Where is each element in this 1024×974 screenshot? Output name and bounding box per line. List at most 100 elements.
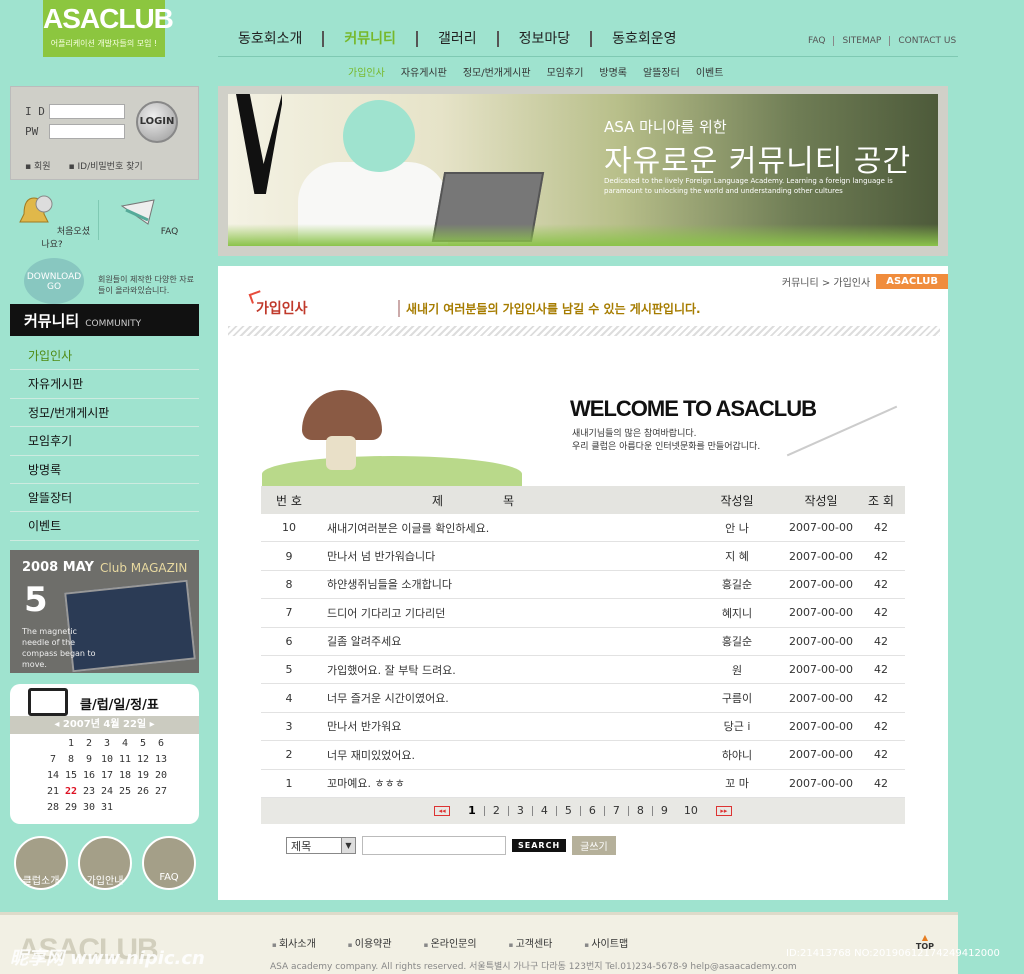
footer-link-sitemap[interactable]: 사이트맵: [578, 935, 654, 950]
page-link[interactable]: 4: [533, 805, 557, 816]
prev-page-button[interactable]: ◂◂: [434, 806, 451, 816]
page-link[interactable]: 9: [653, 805, 676, 816]
sitemap-link[interactable]: SITEMAP: [834, 36, 891, 46]
calendar-day[interactable]: 25: [116, 786, 134, 802]
calendar-day[interactable]: 11: [116, 754, 134, 770]
table-row[interactable]: 8 하얀생쥐님들을 소개합니다 홍길순 2007-00-00 42: [261, 571, 905, 600]
subnav-guestbook[interactable]: 방명록: [591, 64, 635, 79]
login-button[interactable]: LOGIN: [136, 101, 178, 143]
nav-item-about[interactable]: 동호회소개: [218, 31, 325, 47]
password-input[interactable]: [49, 124, 125, 139]
search-button[interactable]: SEARCH: [512, 839, 567, 852]
row-title[interactable]: 길좀 알려주세요: [317, 633, 689, 649]
calendar-day[interactable]: 5: [134, 738, 152, 754]
join-guide-button[interactable]: 가입안내: [78, 836, 132, 890]
member-link[interactable]: ▪ 회원: [25, 159, 51, 172]
subnav-meetup-board[interactable]: 정모/번개게시판: [455, 64, 539, 79]
row-title[interactable]: 새내기여러분은 이글를 확인하세요.: [317, 520, 689, 536]
faq-circle-button[interactable]: FAQ: [142, 836, 196, 890]
page-link[interactable]: 3: [509, 805, 533, 816]
page-link[interactable]: 1: [460, 805, 485, 816]
side-menu-greetings[interactable]: 가입인사: [10, 342, 199, 371]
calendar-day[interactable]: 31: [98, 802, 116, 818]
side-menu-guestbook[interactable]: 방명록: [10, 456, 199, 484]
calendar-day[interactable]: 26: [134, 786, 152, 802]
id-input[interactable]: [49, 104, 125, 119]
calendar-day[interactable]: 17: [98, 770, 116, 786]
page-link[interactable]: 6: [581, 805, 605, 816]
calendar-day[interactable]: 3: [98, 738, 116, 754]
calendar-day[interactable]: 20: [152, 770, 170, 786]
row-title[interactable]: 만나서 반가워요: [317, 718, 689, 734]
calendar-day[interactable]: 19: [134, 770, 152, 786]
find-account-link[interactable]: ▪ ID/비밀번호 찾기: [69, 159, 143, 172]
page-link[interactable]: 5: [557, 805, 581, 816]
side-menu-reviews[interactable]: 모임후기: [10, 427, 199, 456]
download-button[interactable]: DOWNLOAD GO: [24, 258, 84, 304]
page-link[interactable]: 8: [629, 805, 653, 816]
calendar-day[interactable]: 18: [116, 770, 134, 786]
table-row[interactable]: 1 꼬마예요. ㅎㅎㅎ 꼬 마 2007-00-00 42: [261, 770, 905, 798]
footer-link-inquiry[interactable]: 온라인문의: [418, 935, 503, 950]
site-logo[interactable]: ASACLUB 어플리케이션 개발자들의 모임 !: [43, 0, 174, 57]
table-row[interactable]: 4 너무 즐거운 시간이였어요. 구름이 2007-00-00 42: [261, 684, 905, 713]
nav-item-operation[interactable]: 동호회운영: [592, 31, 696, 47]
row-title[interactable]: 가입했어요. 잘 부탁 드려요.: [317, 662, 689, 678]
calendar-day[interactable]: 1: [62, 738, 80, 754]
nav-item-community[interactable]: 커뮤니티: [324, 31, 418, 47]
calendar-day[interactable]: 14: [44, 770, 62, 786]
first-visit-link[interactable]: 처음오셨나요?: [12, 194, 92, 250]
table-row[interactable]: 3 만나서 반가워요 당근 i 2007-00-00 42: [261, 713, 905, 742]
table-row[interactable]: 10 새내기여러분은 이글를 확인하세요. 안 나 2007-00-00 42: [261, 514, 905, 543]
club-intro-button[interactable]: 클럽소개: [14, 836, 68, 890]
calendar-day[interactable]: 15: [62, 770, 80, 786]
calendar-day[interactable]: 28: [44, 802, 62, 818]
calendar-day[interactable]: 30: [80, 802, 98, 818]
table-row[interactable]: 9 만나서 넘 반가워습니다 지 혜 2007-00-00 42: [261, 542, 905, 571]
calendar-day[interactable]: 2: [80, 738, 98, 754]
calendar-day[interactable]: 7: [44, 754, 62, 770]
row-title[interactable]: 꼬마예요. ㅎㅎㅎ: [317, 775, 689, 791]
row-title[interactable]: 드디어 기다리고 기다리던: [317, 605, 689, 621]
search-field-select[interactable]: 제목 ▼: [286, 837, 356, 854]
calendar-day[interactable]: 29: [62, 802, 80, 818]
side-menu-meetup-board[interactable]: 정모/번개게시판: [10, 399, 199, 428]
row-title[interactable]: 너무 재미있었어요.: [317, 747, 689, 763]
subnav-market[interactable]: 알뜰장터: [635, 64, 688, 79]
row-title[interactable]: 너무 즐거운 시간이였어요.: [317, 690, 689, 706]
side-menu-events[interactable]: 이벤트: [10, 512, 199, 541]
calendar-month-nav[interactable]: ◂ 2007년 4월 22일 ▸: [10, 716, 199, 734]
footer-link-support[interactable]: 고객센타: [503, 935, 579, 950]
calendar-day[interactable]: 27: [152, 786, 170, 802]
row-title[interactable]: 만나서 넘 반가워습니다: [317, 548, 689, 564]
table-row[interactable]: 2 너무 재미있었어요. 하야니 2007-00-00 42: [261, 741, 905, 770]
row-title[interactable]: 하얀생쥐님들을 소개합니다: [317, 576, 689, 592]
calendar-day[interactable]: 6: [152, 738, 170, 754]
page-link[interactable]: 10: [676, 805, 706, 816]
nav-item-gallery[interactable]: 갤러리: [418, 31, 499, 47]
table-row[interactable]: 7 드디어 기다리고 기다리던 혜지니 2007-00-00 42: [261, 599, 905, 628]
table-row[interactable]: 6 길좀 알려주세요 홍길순 2007-00-00 42: [261, 628, 905, 656]
table-row[interactable]: 5 가입했어요. 잘 부탁 드려요. 원 2007-00-00 42: [261, 656, 905, 685]
calendar-day[interactable]: 13: [152, 754, 170, 770]
calendar-day[interactable]: 16: [80, 770, 98, 786]
subnav-free-board[interactable]: 자유게시판: [393, 64, 455, 79]
calendar-day[interactable]: 23: [80, 786, 98, 802]
side-menu-free-board[interactable]: 자유게시판: [10, 370, 199, 399]
calendar-day[interactable]: 10: [98, 754, 116, 770]
next-page-button[interactable]: ▸▸: [715, 806, 732, 816]
calendar-day[interactable]: 8: [62, 754, 80, 770]
calendar-day[interactable]: 9: [80, 754, 98, 770]
calendar-day[interactable]: 12: [134, 754, 152, 770]
footer-link-company[interactable]: 회사소개: [266, 935, 342, 950]
calendar-day[interactable]: 24: [98, 786, 116, 802]
page-link[interactable]: 7: [605, 805, 629, 816]
subnav-greetings[interactable]: 가입인사: [340, 64, 393, 79]
contact-link[interactable]: CONTACT US: [890, 36, 964, 46]
write-button[interactable]: 글쓰기: [572, 836, 616, 855]
faq-quick-link[interactable]: FAQ: [108, 194, 188, 237]
nav-item-info[interactable]: 정보마당: [499, 31, 593, 47]
page-link[interactable]: 2: [485, 805, 509, 816]
club-magazine-banner[interactable]: 2008 MAY Club MAGAZIN 5 The magnetic nee…: [10, 550, 199, 673]
subnav-events[interactable]: 이벤트: [688, 64, 732, 79]
